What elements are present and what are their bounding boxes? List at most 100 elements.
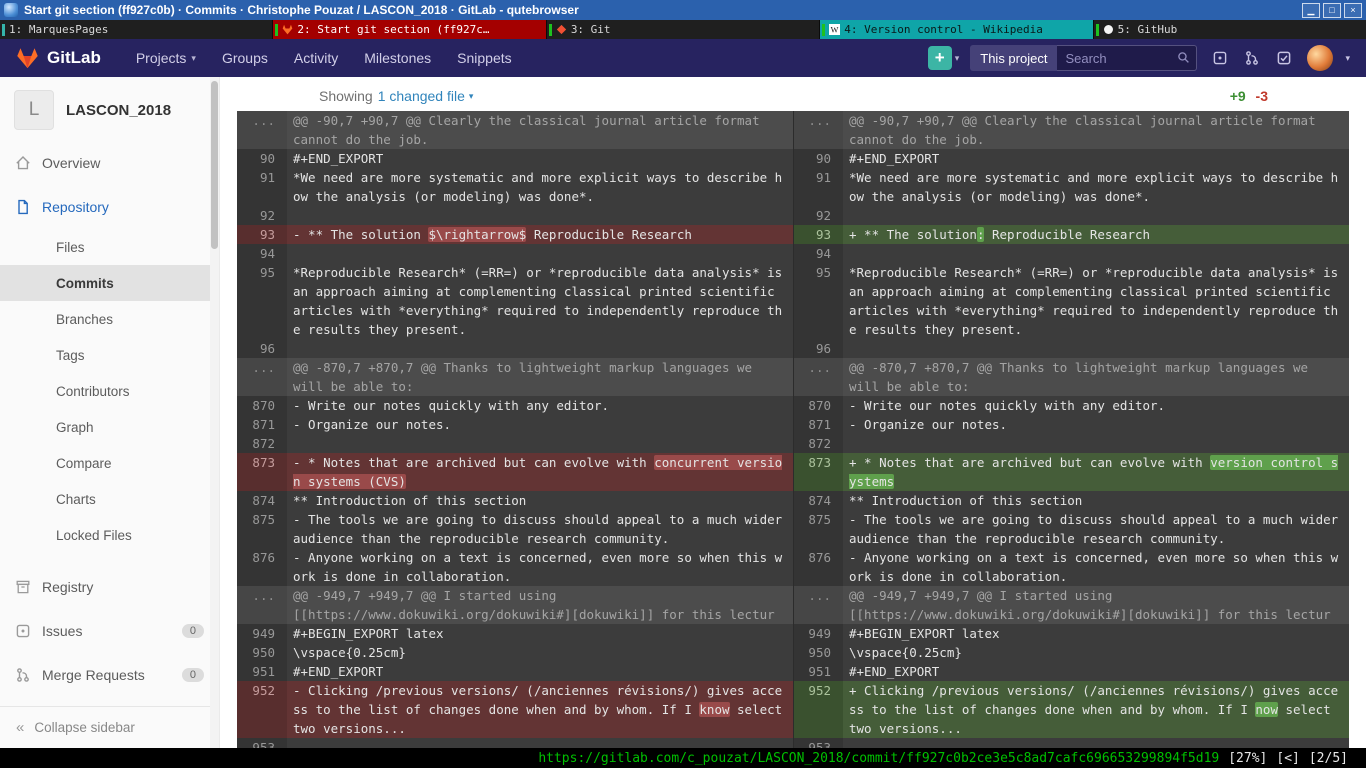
diff-line-number[interactable]: 94 xyxy=(237,244,287,263)
diff-line-number[interactable]: 93 xyxy=(237,225,287,244)
diff-line-number[interactable]: 92 xyxy=(237,206,287,225)
diff-line-content: #+BEGIN_EXPORT latex xyxy=(843,624,1349,643)
diff-line-number[interactable]: 870 xyxy=(793,396,843,415)
nav-item-groups[interactable]: Groups xyxy=(209,39,281,77)
diff-line-number[interactable]: 93 xyxy=(793,225,843,244)
diff-line-number[interactable]: 874 xyxy=(793,491,843,510)
project-avatar[interactable]: L xyxy=(14,90,54,130)
search-input[interactable] xyxy=(1057,45,1197,71)
diff-line-number[interactable]: ... xyxy=(237,358,287,396)
sidebar-item-commits[interactable]: Commits xyxy=(0,265,219,301)
diff-line-number[interactable]: 876 xyxy=(793,548,843,586)
user-avatar[interactable] xyxy=(1307,45,1333,71)
diff-line-number[interactable]: 949 xyxy=(237,624,287,643)
collapse-sidebar-button[interactable]: « Collapse sidebar xyxy=(0,706,219,748)
diff-text: @@ -949,7 +949,7 @@ I started using [[ht… xyxy=(849,588,1331,622)
diff-line-number[interactable]: 951 xyxy=(793,662,843,681)
diff-line-number[interactable]: 871 xyxy=(793,415,843,434)
minimize-button[interactable]: ▁ xyxy=(1302,3,1320,18)
diff-line-number[interactable]: 952 xyxy=(793,681,843,738)
diff-line-number[interactable]: 875 xyxy=(237,510,287,548)
sidebar-item-compare[interactable]: Compare xyxy=(0,445,219,481)
browser-tab-2-start-git-section-ff927c[interactable]: 2: Start git section (ff927c… xyxy=(272,20,545,39)
diff-line-number[interactable]: ... xyxy=(793,358,843,396)
sidebar-item-tags[interactable]: Tags xyxy=(0,337,219,373)
sidebar-item-charts[interactable]: Charts xyxy=(0,481,219,517)
nav-item-snippets[interactable]: Snippets xyxy=(444,39,524,77)
diff-line-number[interactable]: 94 xyxy=(793,244,843,263)
diff-line-number[interactable]: ... xyxy=(793,586,843,624)
diff-text: ** Introduction of this section xyxy=(293,493,526,508)
sidebar-item-merge-requests[interactable]: Merge Requests0 xyxy=(0,653,219,697)
sidebar-item-contributors[interactable]: Contributors xyxy=(0,373,219,409)
diff-line-number[interactable]: ... xyxy=(237,111,287,149)
gitlab-home-link[interactable]: GitLab xyxy=(16,47,101,70)
sidebar-item-repository[interactable]: Repository xyxy=(0,185,219,229)
sidebar-item-label: Charts xyxy=(56,492,96,507)
browser-tab-5-github[interactable]: 5: GitHub xyxy=(1093,20,1366,39)
sidebar-item-graph[interactable]: Graph xyxy=(0,409,219,445)
diff-line-number[interactable]: 91 xyxy=(237,168,287,206)
diff-line-number[interactable]: 873 xyxy=(237,453,287,491)
sidebar-item-branches[interactable]: Branches xyxy=(0,301,219,337)
diff-line-number[interactable]: 871 xyxy=(237,415,287,434)
nav-item-label: Groups xyxy=(222,50,268,66)
project-name[interactable]: LASCON_2018 xyxy=(66,102,171,119)
diff-line-number[interactable]: 953 xyxy=(237,738,287,748)
sidebar-item-files[interactable]: Files xyxy=(0,229,219,265)
diff-line-number[interactable]: 96 xyxy=(237,339,287,358)
diff-row: 93- ** The solution $\rightarrow$ Reprod… xyxy=(237,225,1349,244)
browser-tab-3-git[interactable]: 3: Git xyxy=(546,20,819,39)
nav-item-projects[interactable]: Projects▾ xyxy=(123,39,209,77)
diff-line-number[interactable]: 950 xyxy=(793,643,843,662)
caret-down-icon: ▾ xyxy=(469,91,474,102)
sidebar-item-issues[interactable]: Issues0 xyxy=(0,609,219,653)
diff-line-number[interactable]: 875 xyxy=(793,510,843,548)
todos-icon[interactable] xyxy=(1272,46,1296,70)
diff-line-number[interactable]: ... xyxy=(237,586,287,624)
diff-line-number[interactable]: 950 xyxy=(237,643,287,662)
sidebar-item-registry[interactable]: Registry xyxy=(0,565,219,609)
tab-load-indicator xyxy=(549,24,552,36)
browser-tab-4-version-control-wikipedia[interactable]: W4: Version control - Wikipedia xyxy=(819,20,1092,39)
diff-line-number[interactable]: ... xyxy=(793,111,843,149)
diff-line-number[interactable]: 96 xyxy=(793,339,843,358)
sidebar-scrollbar[interactable] xyxy=(210,77,219,748)
scrollbar-thumb[interactable] xyxy=(211,81,218,249)
changed-files-dropdown[interactable]: 1 changed file ▾ xyxy=(378,88,474,104)
diff-line-content xyxy=(843,738,1349,748)
sidebar-item-locked-files[interactable]: Locked Files xyxy=(0,517,219,553)
diff-line-number[interactable]: 872 xyxy=(793,434,843,453)
merge-requests-icon[interactable] xyxy=(1240,46,1264,70)
diff-line-number[interactable]: 90 xyxy=(793,149,843,168)
diff-line-number[interactable]: 874 xyxy=(237,491,287,510)
close-button[interactable]: × xyxy=(1344,3,1362,18)
browser-tab-1-marquespages[interactable]: 1: MarquesPages xyxy=(0,20,272,39)
diff-line-number[interactable]: 952 xyxy=(237,681,287,738)
issues-icon[interactable] xyxy=(1208,46,1232,70)
diff-line-content: *Reproducible Research* (=RR=) or *repro… xyxy=(843,263,1349,339)
diff-line-number[interactable]: 951 xyxy=(237,662,287,681)
nav-item-activity[interactable]: Activity xyxy=(281,39,351,77)
diff-row: 876- Anyone working on a text is concern… xyxy=(237,548,1349,586)
diff-line-number[interactable]: 953 xyxy=(793,738,843,748)
search-scope-this-project[interactable]: This project xyxy=(970,45,1057,71)
diff-line-number[interactable]: 91 xyxy=(793,168,843,206)
diff-line-number[interactable]: 872 xyxy=(237,434,287,453)
diff-line-number[interactable]: 870 xyxy=(237,396,287,415)
new-dropdown-button[interactable]: + ▾ xyxy=(928,46,960,70)
diff-line-number[interactable]: 95 xyxy=(793,263,843,339)
diff-line-number[interactable]: 90 xyxy=(237,149,287,168)
diff-line-number[interactable]: 92 xyxy=(793,206,843,225)
diff-line-content: #+END_EXPORT xyxy=(287,149,793,168)
diff-text: #+END_EXPORT xyxy=(849,664,939,679)
diff-line-number[interactable]: 95 xyxy=(237,263,287,339)
diff-line-number[interactable]: 873 xyxy=(793,453,843,491)
sidebar-item-label: Merge Requests xyxy=(42,667,145,683)
diff-line-number[interactable]: 949 xyxy=(793,624,843,643)
diff-line-number[interactable]: 876 xyxy=(237,548,287,586)
maximize-button[interactable]: □ xyxy=(1323,3,1341,18)
sidebar-item-overview[interactable]: Overview xyxy=(0,141,219,185)
nav-item-milestones[interactable]: Milestones xyxy=(351,39,444,77)
diff-row: 950\vspace{0.25cm}950\vspace{0.25cm} xyxy=(237,643,1349,662)
